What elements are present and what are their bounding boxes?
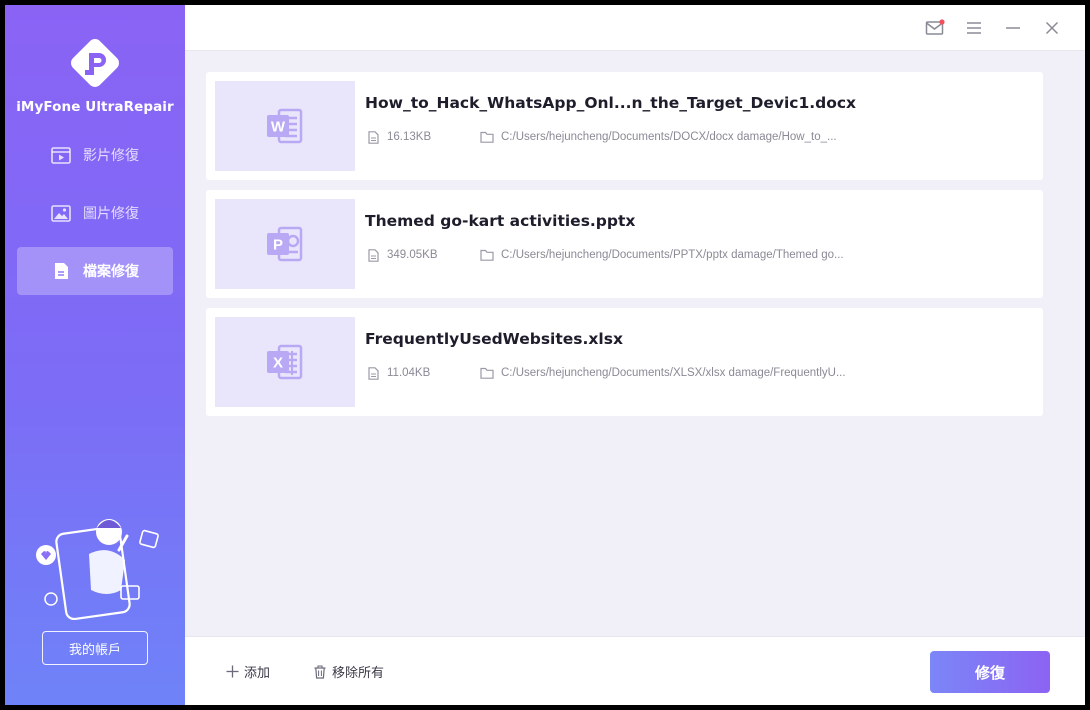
sidebar: iMyFone UltraRepair 影片修復 圖片修復 檔案修復 我的帳戶 — [5, 5, 185, 705]
file-name: Themed go-kart activities.pptx — [365, 212, 636, 230]
file-list: W How_to_Hack_WhatsApp_Onl...n_the_Targe… — [206, 72, 1043, 426]
file-card[interactable]: W How_to_Hack_WhatsApp_Onl...n_the_Targe… — [206, 72, 1043, 180]
svg-text:X: X — [273, 355, 283, 372]
app-window: iMyFone UltraRepair 影片修復 圖片修復 檔案修復 我的帳戶 … — [5, 5, 1085, 705]
document-icon — [366, 366, 380, 380]
sidebar-item-file-repair[interactable]: 檔案修復 — [17, 247, 173, 295]
svg-text:P: P — [273, 237, 283, 254]
app-logo: iMyFone UltraRepair — [5, 33, 185, 115]
image-icon — [51, 204, 71, 222]
remove-all-label: 移除所有 — [332, 666, 385, 681]
remove-all-button[interactable]: 移除所有 — [313, 662, 384, 681]
sidebar-item-label: 檔案修復 — [83, 264, 139, 280]
file-thumbnail: X — [215, 317, 355, 407]
sidebar-nav: 影片修復 圖片修復 檔案修復 — [17, 131, 173, 305]
app-name: iMyFone UltraRepair — [16, 99, 174, 115]
video-icon — [51, 146, 71, 164]
sidebar-item-label: 影片修復 — [83, 148, 139, 164]
file-path: C:/Users/hejuncheng/Documents/DOCX/docx … — [480, 130, 837, 144]
svg-text:W: W — [271, 119, 286, 136]
file-icon — [51, 262, 71, 280]
menu-icon[interactable] — [963, 17, 985, 39]
repair-button[interactable]: 修復 — [930, 651, 1050, 693]
close-icon[interactable] — [1041, 17, 1063, 39]
sidebar-item-video-repair[interactable]: 影片修復 — [17, 131, 173, 179]
sidebar-item-label: 圖片修復 — [83, 206, 139, 222]
support-illustration — [36, 519, 159, 620]
file-thumbnail: W — [215, 81, 355, 171]
file-name: How_to_Hack_WhatsApp_Onl...n_the_Target_… — [365, 94, 857, 112]
file-path: C:/Users/hejuncheng/Documents/PPTX/pptx … — [480, 248, 844, 262]
file-thumbnail: P — [215, 199, 355, 289]
file-name: FrequentlyUsedWebsites.xlsx — [365, 330, 623, 348]
file-card[interactable]: X FrequentlyUsedWebsites.xlsx 11.04KB C:… — [206, 308, 1043, 416]
plus-icon — [225, 665, 239, 679]
my-account-button[interactable]: 我的帳戶 — [42, 631, 148, 665]
mail-icon[interactable] — [924, 17, 946, 39]
footer-bar: 添加 移除所有 修復 — [185, 636, 1085, 705]
document-icon — [366, 130, 380, 144]
word-icon: W — [267, 108, 303, 144]
powerpoint-icon: P — [267, 226, 303, 262]
sidebar-item-image-repair[interactable]: 圖片修復 — [17, 189, 173, 237]
file-size: 16.13KB — [366, 130, 431, 144]
add-button[interactable]: 添加 — [225, 662, 270, 681]
file-size: 11.04KB — [366, 366, 430, 380]
trash-icon — [313, 664, 327, 679]
folder-icon — [480, 248, 494, 262]
file-card[interactable]: P Themed go-kart activities.pptx 349.05K… — [206, 190, 1043, 298]
file-size: 349.05KB — [366, 248, 438, 262]
folder-icon — [480, 366, 494, 380]
excel-icon: X — [267, 344, 303, 380]
minimize-icon[interactable] — [1002, 17, 1024, 39]
folder-icon — [480, 130, 494, 144]
document-icon — [366, 248, 380, 262]
imyfone-logo-icon — [71, 39, 119, 87]
add-label: 添加 — [244, 666, 271, 681]
file-path: C:/Users/hejuncheng/Documents/XLSX/xlsx … — [480, 366, 846, 380]
title-bar — [185, 5, 1085, 51]
